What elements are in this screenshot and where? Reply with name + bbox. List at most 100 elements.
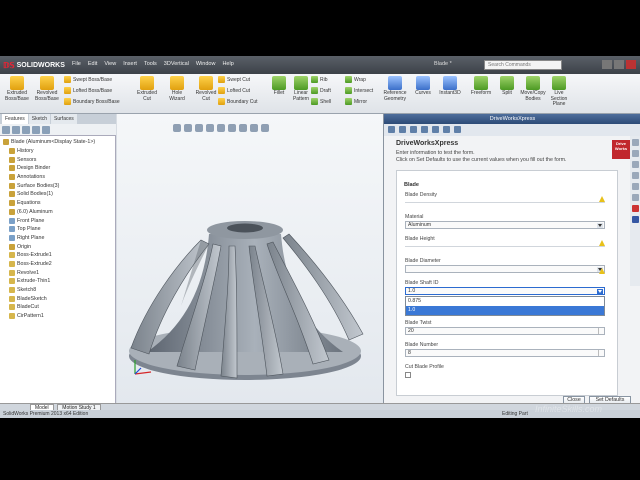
menu-item-help[interactable]: Help (222, 61, 233, 67)
material-dropdown[interactable]: Aluminum (405, 221, 605, 229)
menu-item-tools[interactable]: Tools (144, 61, 157, 67)
solidworks-forum-icon[interactable] (631, 216, 639, 223)
dropdown-option[interactable]: 0.875 (406, 297, 604, 306)
command-label: Instant3D (439, 90, 461, 96)
shaft-id-dropdown-list[interactable]: 0.875 1.0 (405, 296, 605, 316)
command-wrap[interactable]: Wrap (345, 76, 366, 83)
tree-node[interactable]: Design Binder (3, 164, 113, 173)
dimxpert-icon[interactable] (32, 126, 40, 134)
feature-tree-icon[interactable] (2, 126, 10, 134)
tree-node[interactable]: Surface Bodies(3) (3, 181, 113, 190)
tree-node[interactable]: Origin (3, 242, 113, 251)
blade-twist-stepper[interactable]: 20 (405, 327, 605, 335)
command-rib[interactable]: Rib (311, 76, 328, 83)
reference-geometry-button[interactable]: Reference Geometry (382, 76, 408, 102)
tree-node[interactable]: Right Plane (3, 234, 113, 243)
chevron-down-icon[interactable] (597, 223, 603, 228)
graphics-viewport[interactable] (117, 114, 383, 403)
display-manager-icon[interactable] (42, 126, 50, 134)
blade-diameter-dropdown[interactable] (405, 265, 605, 273)
info-icon[interactable] (410, 126, 417, 133)
revolved-cut-button[interactable]: Revolved Cut (193, 76, 219, 102)
view-palette-icon[interactable] (631, 172, 639, 179)
form-icon[interactable] (432, 126, 439, 133)
split-button[interactable]: Split (494, 76, 520, 97)
design-library-icon[interactable] (631, 150, 639, 157)
tree-node[interactable]: BladeSketch (3, 294, 113, 303)
command-swept-cut[interactable]: Swept Cut (218, 76, 250, 83)
configuration-manager-icon[interactable] (22, 126, 30, 134)
test-icon[interactable] (443, 126, 450, 133)
freeform-button[interactable]: Freeform (468, 76, 494, 97)
close-window-button[interactable] (626, 60, 636, 69)
tree-node[interactable]: Extrude-Thin1 (3, 277, 113, 286)
impeller-model[interactable] (117, 114, 383, 403)
tree-node[interactable]: Boss-Extrude1 (3, 251, 113, 260)
command-boundary-cut[interactable]: Boundary Cut (218, 98, 258, 105)
forward-icon[interactable] (399, 126, 406, 133)
tree-node[interactable]: Boss-Extrude2 (3, 260, 113, 269)
chevron-down-icon[interactable] (597, 289, 603, 294)
menu-item-view[interactable]: View (104, 61, 116, 67)
move-copy-button[interactable]: Move/Copy Bodies (520, 76, 546, 102)
tree-node[interactable]: Front Plane (3, 216, 113, 225)
curves-button[interactable]: Curves (410, 76, 436, 97)
command-lofted-cut[interactable]: Lofted Cut (218, 87, 250, 94)
driveworks-icon[interactable] (631, 205, 639, 212)
custom-properties-icon[interactable] (631, 194, 639, 201)
command-swept-boss-base[interactable]: Swept Boss/Base (64, 76, 112, 83)
command-lofted-boss-base[interactable]: Lofted Boss/Base (64, 87, 112, 94)
file-explorer-icon[interactable] (631, 161, 639, 168)
command-draft[interactable]: Draft (311, 87, 331, 94)
instant3d-button[interactable]: Instant3D (437, 76, 463, 97)
tree-node[interactable]: Solid Bodies(1) (3, 190, 113, 199)
command-intersect[interactable]: Intersect (345, 87, 373, 94)
resources-icon[interactable] (631, 139, 639, 146)
blade-shaft-id-dropdown[interactable]: 1.0 (405, 287, 605, 295)
revolve-boss-button[interactable]: Revolved Boss/Base (34, 76, 60, 102)
settings-icon[interactable] (421, 126, 428, 133)
menu-item-3dvertical[interactable]: 3DVertical (164, 61, 189, 67)
dropdown-option[interactable]: 1.0 (406, 306, 604, 315)
tree-node[interactable]: Sensors (3, 155, 113, 164)
tab-features[interactable]: Features (2, 114, 28, 124)
tree-node[interactable]: History (3, 147, 113, 156)
tree-node[interactable]: Equations (3, 199, 113, 208)
cut-blade-profile-checkbox[interactable] (405, 372, 411, 378)
tree-node[interactable]: Top Plane (3, 225, 113, 234)
property-manager-icon[interactable] (12, 126, 20, 134)
section-plane-button[interactable]: Live Section Plane (546, 76, 572, 108)
command-mirror[interactable]: Mirror (345, 98, 367, 105)
menu-item-edit[interactable]: Edit (88, 61, 97, 67)
solidworks-logo[interactable]: 𝔻𝕊 SOLIDWORKS (3, 60, 65, 70)
minimize-button[interactable] (602, 60, 612, 69)
spinner-arrows-icon[interactable] (598, 350, 603, 356)
search-commands-input[interactable]: Search Commands (484, 60, 562, 70)
maximize-button[interactable] (614, 60, 624, 69)
tree-node[interactable]: Blade (Aluminum<Display State-1>) (3, 138, 113, 147)
command-label: Rib (320, 76, 328, 83)
tree-node[interactable]: BladeCut (3, 303, 113, 312)
hole-wizard-button[interactable]: Hole Wizard (164, 76, 190, 102)
appearances-icon[interactable] (631, 183, 639, 190)
menu-item-file[interactable]: File (72, 61, 81, 67)
menu-item-window[interactable]: Window (196, 61, 216, 67)
tree-node[interactable]: Sketch8 (3, 286, 113, 295)
tree-node[interactable]: (6.0) Aluminum (3, 208, 113, 217)
command-label: Lofted Cut (227, 87, 251, 94)
blade-number-stepper[interactable]: 8 (405, 349, 605, 357)
back-icon[interactable] (388, 126, 395, 133)
spinner-arrows-icon[interactable] (598, 328, 603, 334)
extruded-cut-button[interactable]: Extruded Cut (134, 76, 160, 102)
tree-node[interactable]: Annotations (3, 173, 113, 182)
home-icon[interactable] (454, 126, 461, 133)
tab-surfaces[interactable]: Surfaces (51, 114, 77, 124)
feature-node-icon (9, 234, 15, 241)
command-shell[interactable]: Shell (311, 98, 331, 105)
tree-node[interactable]: CirPattern1 (3, 312, 113, 321)
menu-item-insert[interactable]: Insert (123, 61, 137, 67)
tree-node[interactable]: Revolve1 (3, 268, 113, 277)
command-boundary-boss-base[interactable]: Boundary Boss/Base (64, 98, 120, 105)
extrude-boss-button[interactable]: Extruded Boss/Base (4, 76, 30, 102)
tab-sketch[interactable]: Sketch (28, 114, 51, 124)
